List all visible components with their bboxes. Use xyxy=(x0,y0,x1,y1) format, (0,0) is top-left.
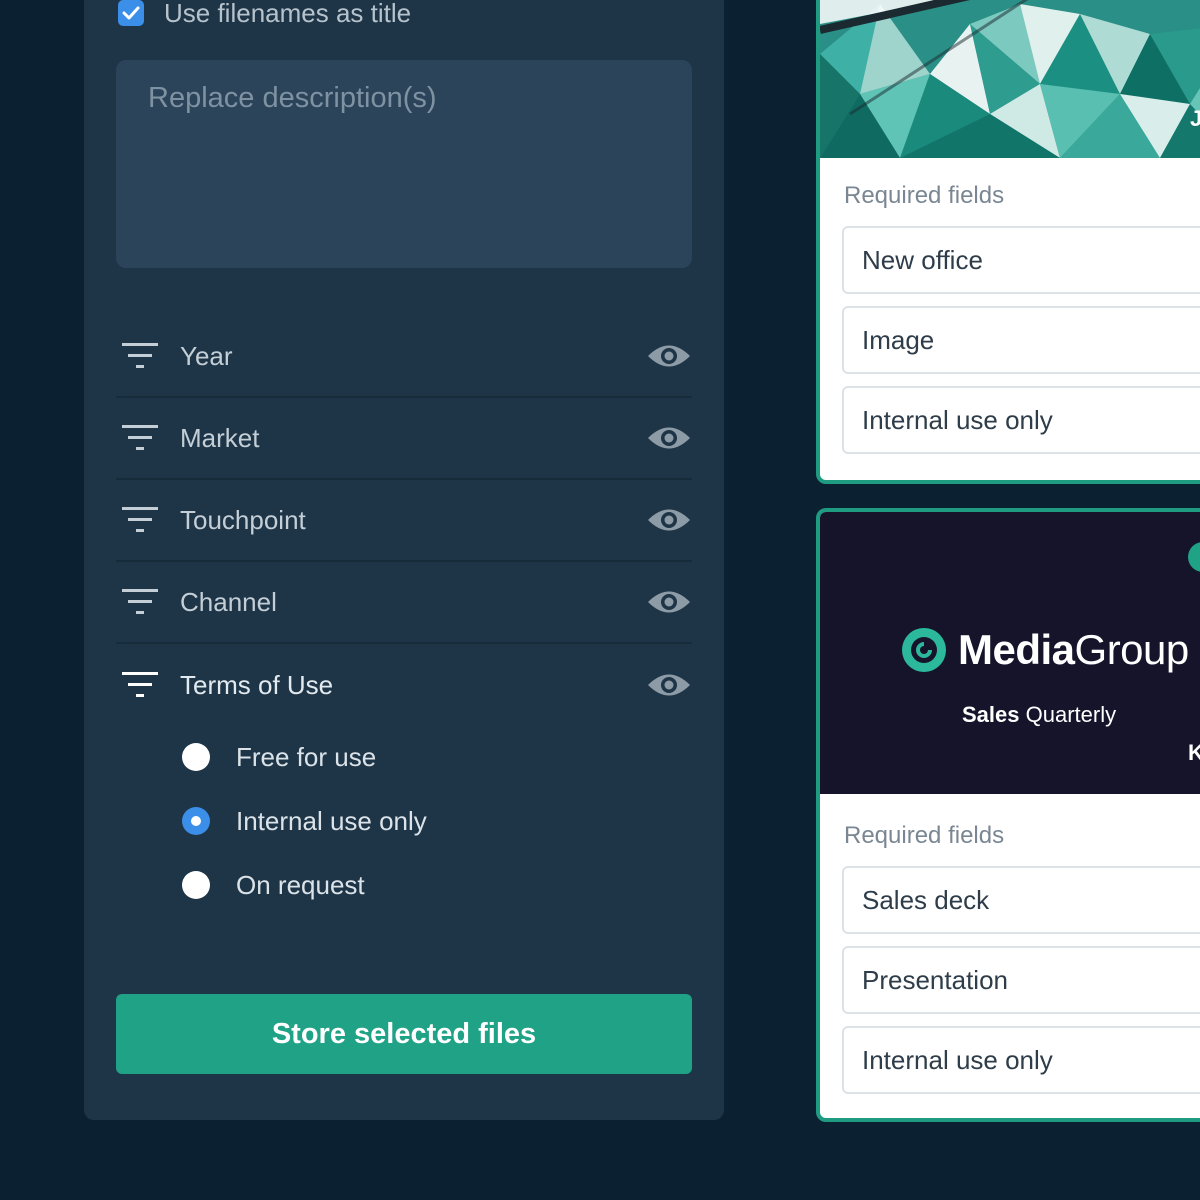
terms-option-free[interactable]: Free for use xyxy=(182,725,427,789)
filter-icon xyxy=(122,589,158,614)
file-thumbnail: MediaGroup Sales Quarterly K xyxy=(820,512,1200,794)
description-textarea[interactable]: Replace description(s) xyxy=(116,60,692,268)
radio-label: On request xyxy=(236,869,365,900)
filter-icon xyxy=(122,425,158,450)
brand-name: MediaGroup xyxy=(958,626,1189,674)
select-indicator[interactable] xyxy=(1188,542,1200,572)
filter-icon xyxy=(122,507,158,532)
filter-icon xyxy=(122,672,158,697)
radio-free-for-use[interactable] xyxy=(182,743,210,771)
filter-row-terms-of-use[interactable]: Terms of Use xyxy=(116,644,692,726)
subtitle-bold: Sales xyxy=(962,702,1020,727)
brand-logo-row: MediaGroup xyxy=(900,626,1189,674)
filter-icon xyxy=(122,343,158,368)
use-filenames-label: Use filenames as title xyxy=(164,0,412,28)
eye-icon[interactable] xyxy=(646,423,692,453)
filter-row-touchpoint[interactable]: Touchpoint xyxy=(116,480,692,562)
terms-of-use-options: Free for use Internal use only On reques… xyxy=(182,725,427,917)
filter-row-channel[interactable]: Channel xyxy=(116,562,692,644)
title-field[interactable]: Sales deck xyxy=(842,866,1200,934)
radio-label: Internal use only xyxy=(236,805,427,836)
architecture-image xyxy=(820,0,1200,158)
radio-label: Free for use xyxy=(236,741,377,772)
file-thumbnail: J xyxy=(820,0,1200,158)
thumbnail-overlay-text: K xyxy=(1188,740,1200,766)
brand-name-regular: Group xyxy=(1074,626,1190,673)
file-card-2[interactable]: MediaGroup Sales Quarterly K Required fi… xyxy=(816,508,1200,1122)
filter-row-market[interactable]: Market xyxy=(116,398,692,480)
use-filenames-checkbox[interactable] xyxy=(118,0,144,26)
file-card-1[interactable]: J Required fields New office Image Inter… xyxy=(816,0,1200,484)
eye-icon[interactable] xyxy=(646,341,692,371)
required-fields-label: Required fields xyxy=(844,822,1005,849)
thumbnail-overlay-text: J xyxy=(1190,106,1200,132)
media-group-logo-icon xyxy=(902,628,946,672)
brand-name-bold: Media xyxy=(958,626,1075,673)
checkmark-icon xyxy=(122,6,140,20)
required-fields-label: Required fields xyxy=(844,182,1005,209)
filter-label-terms-of-use: Terms of Use xyxy=(180,669,334,700)
use-filenames-option[interactable]: Use filenames as title xyxy=(118,0,411,28)
eye-icon[interactable] xyxy=(646,587,692,617)
type-field[interactable]: Presentation xyxy=(842,946,1200,1014)
eye-icon[interactable] xyxy=(646,505,692,535)
filter-label-market: Market xyxy=(180,422,260,453)
filter-label-touchpoint: Touchpoint xyxy=(180,504,306,535)
metadata-filter-list: Year Market Touchpoint Channel Terms of … xyxy=(116,316,692,726)
type-field[interactable]: Image xyxy=(842,306,1200,374)
subtitle-regular: Quarterly xyxy=(1025,702,1117,727)
upload-settings-panel: Use filenames as title Replace descripti… xyxy=(84,0,724,1120)
description-placeholder: Replace description(s) xyxy=(148,82,437,114)
filter-label-channel: Channel xyxy=(180,586,277,617)
radio-internal-use-only[interactable] xyxy=(182,807,210,835)
title-field[interactable]: New office xyxy=(842,226,1200,294)
page: Use filenames as title Replace descripti… xyxy=(0,0,1200,1200)
store-selected-files-button[interactable]: Store selected files xyxy=(116,994,692,1074)
eye-icon[interactable] xyxy=(646,670,692,700)
terms-option-on-request[interactable]: On request xyxy=(182,853,427,917)
terms-option-internal[interactable]: Internal use only xyxy=(182,789,427,853)
terms-field[interactable]: Internal use only xyxy=(842,1026,1200,1094)
brand-subtitle: Sales Quarterly xyxy=(962,702,1116,728)
filter-label-year: Year xyxy=(180,340,233,371)
filter-row-year[interactable]: Year xyxy=(116,316,692,398)
radio-on-request[interactable] xyxy=(182,871,210,899)
terms-field[interactable]: Internal use only xyxy=(842,386,1200,454)
